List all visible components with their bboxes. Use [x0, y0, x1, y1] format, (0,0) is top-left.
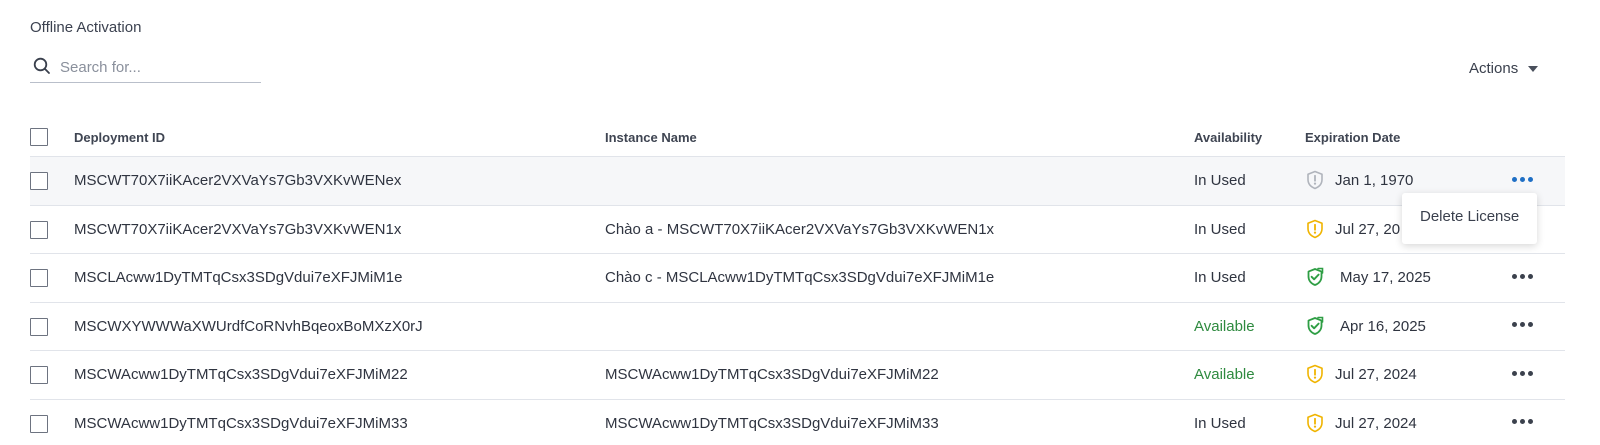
shield-alert-amber-icon: [1307, 413, 1323, 432]
availability-cell: In Used: [1194, 269, 1246, 286]
caret-down-icon: [1528, 66, 1539, 72]
availability-cell: In Used: [1194, 414, 1246, 432]
search-icon: [33, 57, 50, 74]
availability-cell: In Used: [1194, 172, 1246, 189]
deployment-id-cell: MSCWT70X7iiKAcer2VXVaYs7Gb3VXKvWEN1x: [74, 220, 402, 238]
expiration-date-cell: Jul 27, 2024: [1335, 366, 1417, 383]
expiration-date-cell: Jul 27, 2024: [1335, 414, 1417, 432]
instance-name-cell: MSCWAcww1DyTMTqCsx3SDgVdui7eXFJMiM22: [605, 366, 939, 383]
column-header-instance-name[interactable]: Instance Name: [605, 130, 697, 145]
deployment-id-cell: MSCLAcww1DyTMTqCsx3SDgVdui7eXFJMiM1e: [74, 269, 403, 286]
row-checkbox[interactable]: [30, 172, 48, 190]
row-more-menu-button[interactable]: [1510, 315, 1534, 335]
shield-alert-amber-icon: [1307, 364, 1323, 384]
expiration-date-cell: Apr 16, 2025: [1340, 317, 1426, 335]
table-row[interactable]: MSCWT70X7iiKAcer2VXVaYs7Gb3VXKvWENex In …: [30, 157, 1565, 206]
column-header-deployment-id[interactable]: Deployment ID: [74, 130, 165, 145]
row-checkbox[interactable]: [30, 414, 48, 433]
actions-dropdown[interactable]: Actions: [1469, 57, 1539, 79]
row-checkbox[interactable]: [30, 269, 48, 287]
row-more-menu-button[interactable]: [1510, 363, 1534, 383]
row-checkbox[interactable]: [30, 317, 48, 336]
deployment-id-cell: MSCWAcww1DyTMTqCsx3SDgVdui7eXFJMiM22: [74, 366, 408, 383]
licenses-table: Deployment ID Instance Name Availability…: [30, 116, 1565, 445]
row-checkbox[interactable]: [30, 220, 48, 239]
instance-name-cell: MSCWAcww1DyTMTqCsx3SDgVdui7eXFJMiM33: [605, 414, 939, 432]
expiration-date-cell: May 17, 2025: [1340, 269, 1431, 286]
row-checkbox[interactable]: [30, 366, 48, 384]
page-title: Offline Activation: [30, 19, 142, 36]
column-header-availability[interactable]: Availability: [1194, 130, 1262, 145]
shield-check-green-icon: [1307, 267, 1324, 286]
column-header-expiration-date[interactable]: Expiration Date: [1305, 130, 1400, 145]
expiration-date-cell: Jul 27, 20: [1335, 220, 1401, 238]
deployment-id-cell: MSCWXYWWWaXWUrdfCoRNvhBqeoxBoMXzX0rJ: [74, 317, 423, 335]
row-context-menu: Delete License: [1402, 193, 1537, 244]
row-more-menu-button[interactable]: [1510, 169, 1534, 189]
shield-alert-amber-icon: [1307, 219, 1323, 238]
instance-name-cell: Chào a - MSCWT70X7iiKAcer2VXVaYs7Gb3VXKv…: [605, 220, 995, 238]
availability-cell: Available: [1194, 366, 1255, 383]
row-more-menu-button[interactable]: [1510, 412, 1534, 432]
table-row[interactable]: MSCWT70X7iiKAcer2VXVaYs7Gb3VXKvWEN1x Chà…: [30, 206, 1565, 254]
search-bar: [30, 52, 261, 83]
expiration-date-cell: Jan 1, 1970: [1335, 172, 1414, 189]
deployment-id-cell: MSCWAcww1DyTMTqCsx3SDgVdui7eXFJMiM33: [74, 414, 408, 432]
table-row[interactable]: MSCWAcww1DyTMTqCsx3SDgVdui7eXFJMiM33 MSC…: [30, 400, 1565, 445]
table-row[interactable]: MSCWAcww1DyTMTqCsx3SDgVdui7eXFJMiM22 MSC…: [30, 351, 1565, 400]
instance-name-cell: Chào c - MSCLAcww1DyTMTqCsx3SDgVdui7eXFJ…: [605, 269, 995, 286]
delete-license-menu-item[interactable]: Delete License: [1420, 208, 1519, 225]
select-all-checkbox[interactable]: [30, 128, 48, 146]
table-header: Deployment ID Instance Name Availability…: [30, 116, 1565, 157]
table-row[interactable]: MSCLAcww1DyTMTqCsx3SDgVdui7eXFJMiM1e Chà…: [30, 254, 1565, 303]
actions-label: Actions: [1469, 59, 1519, 77]
table-row[interactable]: MSCWXYWWWaXWUrdfCoRNvhBqeoxBoMXzX0rJ Ava…: [30, 303, 1565, 351]
deployment-id-cell: MSCWT70X7iiKAcer2VXVaYs7Gb3VXKvWENex: [74, 172, 402, 189]
availability-cell: Available: [1194, 317, 1255, 335]
availability-cell: In Used: [1194, 220, 1246, 238]
shield-check-green-icon: [1307, 316, 1324, 335]
shield-alert-gray-icon: [1307, 170, 1323, 190]
row-more-menu-button[interactable]: [1510, 266, 1534, 286]
search-input[interactable]: [60, 55, 255, 79]
